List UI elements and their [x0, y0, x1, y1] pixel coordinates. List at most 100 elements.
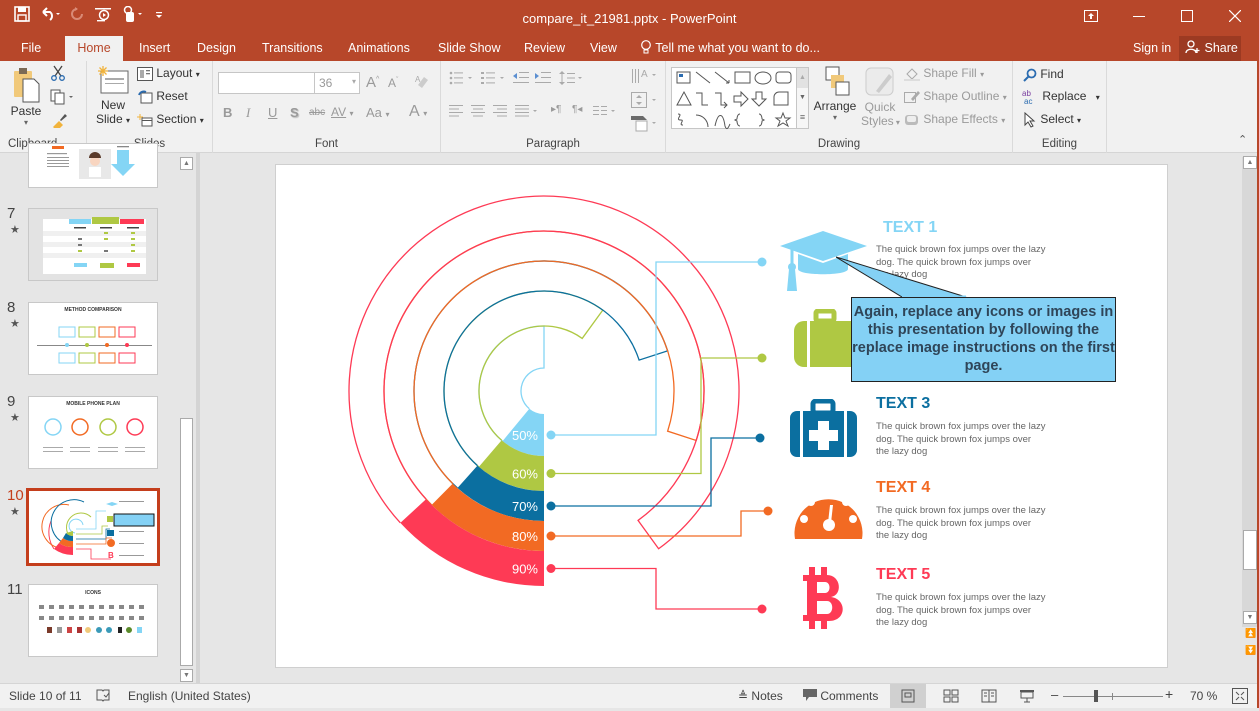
- slide-show-button[interactable]: [1012, 684, 1042, 708]
- find-button[interactable]: Find: [1023, 67, 1064, 82]
- paste-button[interactable]: Paste ▾: [10, 67, 42, 127]
- underline-button[interactable]: U: [268, 105, 277, 120]
- slide-thumbnail-10[interactable]: B: [26, 488, 160, 566]
- item-1-title[interactable]: TEXT 1: [883, 219, 937, 237]
- shape-outline-button[interactable]: Shape Outline ▾: [904, 89, 1007, 104]
- replace-button[interactable]: ab ac Replace ▾: [1021, 89, 1100, 105]
- scroll-down-icon[interactable]: ▼: [1243, 611, 1257, 624]
- scroll-down-icon[interactable]: ▼: [180, 669, 193, 682]
- callout-note[interactable]: Again, replace any icons or images in th…: [851, 297, 1116, 382]
- scroll-up-icon[interactable]: ▲: [1243, 156, 1257, 169]
- italic-button[interactable]: I: [246, 105, 250, 121]
- ribbon-display-options-icon[interactable]: [1067, 0, 1115, 32]
- align-right-button[interactable]: [493, 105, 509, 120]
- tab-insert[interactable]: Insert: [130, 36, 179, 61]
- more-shapes-icon[interactable]: ≡: [797, 108, 808, 128]
- tell-me-box[interactable]: Tell me what you want to do...: [640, 36, 820, 60]
- slide-thumbnail-7[interactable]: [28, 208, 158, 281]
- new-slide-button[interactable]: New Slide ▾: [95, 65, 131, 126]
- text-direction-button[interactable]: A: [631, 67, 659, 88]
- spell-check-icon[interactable]: [96, 688, 110, 705]
- sign-in-link[interactable]: Sign in: [1133, 36, 1171, 60]
- ltr-button[interactable]: ▸¶: [551, 104, 561, 115]
- increase-font-size-button[interactable]: A^: [366, 74, 379, 91]
- slide-thumbnail-9[interactable]: MOBILE PHONE PLAN: [28, 396, 158, 469]
- fit-slide-button[interactable]: [1232, 688, 1248, 707]
- decrease-font-size-button[interactable]: Aˇ: [388, 76, 398, 90]
- language-indicator[interactable]: English (United States): [128, 689, 251, 703]
- align-text-button[interactable]: [631, 91, 659, 112]
- slide-thumbnail-8[interactable]: METHOD COMPARISON: [28, 302, 158, 375]
- numbering-button[interactable]: [481, 71, 509, 88]
- slide-thumbnail-11[interactable]: ICONS: [28, 584, 158, 657]
- zoom-slider-thumb[interactable]: [1094, 690, 1099, 702]
- line-spacing-button[interactable]: [559, 71, 587, 88]
- format-painter-button[interactable]: [50, 112, 68, 131]
- tab-transitions[interactable]: Transitions: [253, 36, 332, 61]
- scroll-up-icon[interactable]: ▲: [797, 68, 808, 88]
- zoom-level[interactable]: 70 %: [1190, 689, 1217, 703]
- tab-animations[interactable]: Animations: [339, 36, 419, 61]
- zoom-slider[interactable]: [1063, 696, 1163, 697]
- tab-slide-show[interactable]: Slide Show: [429, 36, 510, 61]
- item-5-body[interactable]: The quick brown fox jumps over the lazy …: [876, 592, 1046, 630]
- item-5-title[interactable]: TEXT 5: [876, 566, 930, 584]
- collapse-ribbon-icon[interactable]: ⌃: [1238, 133, 1247, 146]
- scroll-down-icon[interactable]: ▼: [797, 88, 808, 108]
- tab-home[interactable]: Home: [65, 36, 123, 61]
- zoom-in-button[interactable]: +: [1165, 686, 1173, 702]
- close-icon[interactable]: [1211, 0, 1259, 32]
- reset-button[interactable]: Reset: [137, 89, 188, 104]
- align-center-button[interactable]: [471, 105, 487, 120]
- cut-button[interactable]: [50, 65, 66, 84]
- tab-file[interactable]: File: [12, 36, 50, 61]
- align-left-button[interactable]: [449, 105, 465, 120]
- shape-effects-button[interactable]: Shape Effects ▾: [904, 112, 1005, 127]
- notes-button[interactable]: ≜ Notes: [738, 689, 783, 703]
- select-button[interactable]: Select ▾: [1023, 112, 1081, 128]
- slide-thumbnail-6[interactable]: [28, 143, 158, 188]
- tab-view[interactable]: View: [581, 36, 626, 61]
- next-slide-icon[interactable]: ⏬: [1245, 645, 1256, 656]
- shapes-gallery-scroll[interactable]: ▲ ▼ ≡: [797, 67, 809, 129]
- shadow-button[interactable]: S: [290, 105, 299, 120]
- font-size-combobox[interactable]: 36 ▾: [314, 72, 360, 94]
- scroll-up-icon[interactable]: ▲: [180, 157, 193, 170]
- previous-slide-icon[interactable]: ⏫: [1245, 628, 1256, 639]
- copy-button[interactable]: [50, 89, 76, 108]
- shapes-gallery[interactable]: [671, 67, 797, 130]
- section-button[interactable]: Section ▾: [137, 112, 204, 127]
- clear-formatting-button[interactable]: A: [414, 73, 430, 92]
- decrease-indent-button[interactable]: [513, 71, 529, 88]
- maximize-icon[interactable]: [1163, 0, 1211, 32]
- item-3-title[interactable]: TEXT 3: [876, 395, 930, 413]
- tab-design[interactable]: Design: [188, 36, 245, 61]
- scrollbar-thumb[interactable]: [1243, 530, 1257, 570]
- item-3-body[interactable]: The quick brown fox jumps over the lazy …: [876, 421, 1046, 459]
- normal-view-button[interactable]: [890, 684, 926, 708]
- font-color-button[interactable]: A ▾: [409, 103, 427, 121]
- shape-fill-button[interactable]: Shape Fill ▾: [904, 66, 984, 81]
- strikethrough-button[interactable]: abc: [309, 107, 325, 118]
- change-case-button[interactable]: Aa ▾: [366, 105, 390, 120]
- comments-button[interactable]: Comments: [803, 689, 878, 703]
- minimize-icon[interactable]: [1115, 0, 1163, 32]
- increase-indent-button[interactable]: [535, 71, 551, 88]
- reading-view-button[interactable]: [974, 684, 1004, 708]
- bullets-button[interactable]: [449, 71, 477, 88]
- slide-canvas[interactable]: 50% 60% 70% 80% 90% TEXT 1 The quick brown f…: [275, 164, 1168, 668]
- share-button[interactable]: Share: [1179, 36, 1241, 61]
- quick-styles-button[interactable]: Quick Styles ▾: [861, 67, 900, 128]
- zoom-out-button[interactable]: –: [1051, 687, 1058, 702]
- character-spacing-button[interactable]: AV ▾: [331, 105, 353, 119]
- item-4-title[interactable]: TEXT 4: [876, 479, 930, 497]
- rtl-button[interactable]: ¶◂: [572, 104, 582, 115]
- item-4-body[interactable]: The quick brown fox jumps over the lazy …: [876, 505, 1046, 543]
- scrollbar-thumb[interactable]: [180, 418, 193, 666]
- convert-to-smartart-button[interactable]: [631, 114, 659, 135]
- columns-button[interactable]: [593, 105, 621, 120]
- tab-review[interactable]: Review: [515, 36, 574, 61]
- slide-sorter-button[interactable]: [936, 684, 966, 708]
- arrange-button[interactable]: Arrange ▾: [813, 66, 857, 122]
- bold-button[interactable]: B: [223, 105, 232, 120]
